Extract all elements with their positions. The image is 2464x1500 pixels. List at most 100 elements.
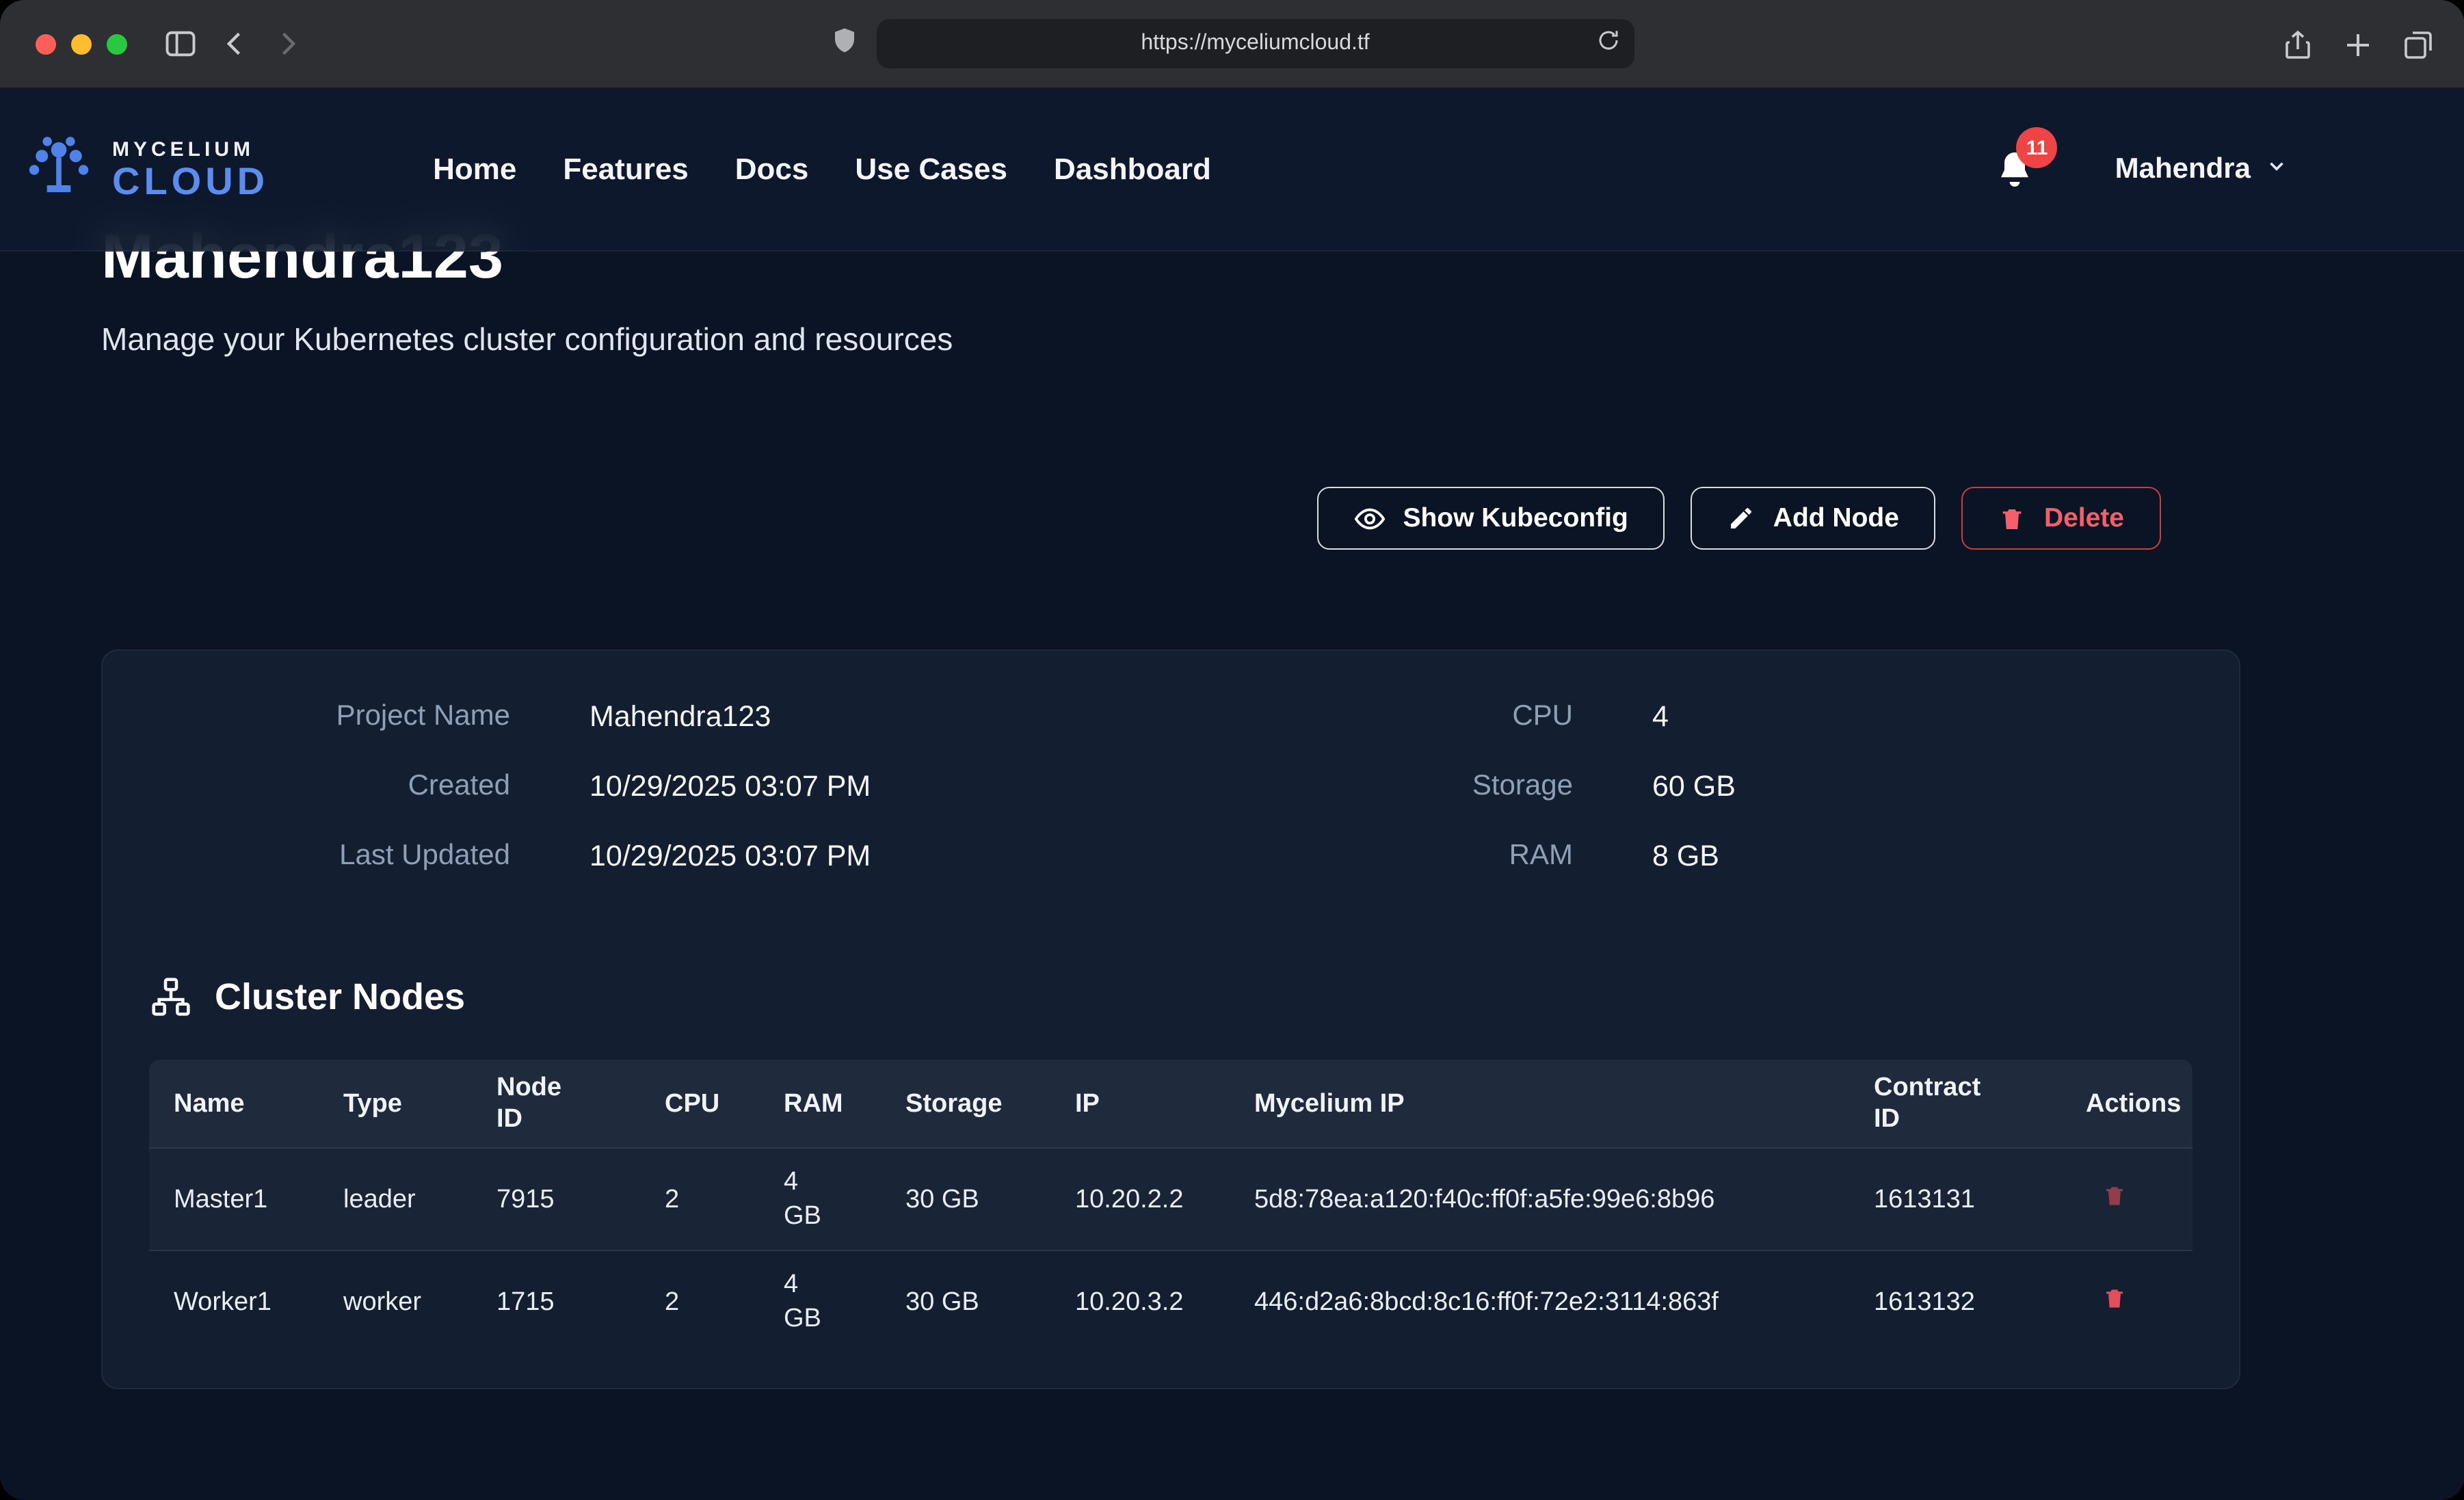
detail-value: 8 GB [1652, 837, 1736, 875]
cell-contract-id: 1613131 [1849, 1148, 2061, 1250]
forward-button[interactable] [272, 29, 302, 59]
tab-overview-button[interactable] [2401, 28, 2434, 61]
main-nav: Home Features Docs Use Cases Dashboard [433, 152, 1211, 187]
show-kubeconfig-label: Show Kubeconfig [1403, 503, 1628, 534]
address-area: https://myceliumcloud.tf [830, 19, 1634, 68]
detail-label: RAM [1354, 837, 1573, 875]
user-menu[interactable]: Mahendra [2115, 153, 2288, 186]
traffic-lights [36, 34, 127, 54]
cell-cpu: 2 [640, 1250, 759, 1352]
cell-mycelium-ip: 446:d2a6:8bcd:8c16:ff0f:72e2:3114:863f [1230, 1250, 1849, 1352]
notification-badge: 11 [2017, 127, 2058, 168]
page-content: Mahendra123 Manage your Kubernetes clust… [0, 89, 2464, 1500]
back-button[interactable] [220, 29, 250, 59]
cluster-actions: Show Kubeconfig Add Node Delete [101, 487, 2240, 550]
nav-item-docs[interactable]: Docs [735, 152, 809, 187]
sitemap-icon [149, 975, 193, 1019]
share-icon [2281, 28, 2314, 61]
reload-icon [1596, 28, 1621, 53]
table-row: Master1 leader 7915 2 4 GB 30 GB 10.20.2… [149, 1148, 2193, 1250]
detail-value: 60 GB [1652, 767, 1736, 805]
detail-value: 10/29/2025 03:07 PM [589, 767, 871, 805]
table-header-row: Name Type Node ID CPU RAM Storage IP Myc… [149, 1060, 2193, 1148]
cell-node-id: 7915 [472, 1148, 640, 1250]
url-field[interactable]: https://myceliumcloud.tf [877, 19, 1634, 68]
col-name: Name [149, 1060, 319, 1148]
pencil-icon [1728, 505, 1756, 532]
mycelium-tree-icon [22, 129, 96, 210]
browser-window: https://myceliumcloud.tf [0, 0, 2464, 1500]
nav-item-home[interactable]: Home [433, 152, 516, 187]
col-ram: RAM [759, 1060, 881, 1148]
add-node-button[interactable]: Add Node [1691, 487, 1936, 550]
detail-value: 10/29/2025 03:07 PM [589, 837, 871, 875]
table-row: Worker1 worker 1715 2 4 GB 30 GB 10.20.3… [149, 1250, 2193, 1352]
cell-ip: 10.20.2.2 [1050, 1148, 1230, 1250]
col-type: Type [319, 1060, 472, 1148]
forward-icon [272, 29, 302, 59]
cluster-nodes-heading: Cluster Nodes [149, 975, 2193, 1019]
col-ip: IP [1050, 1060, 1230, 1148]
details-left: Project Name Mahendra123 Created 10/29/2… [149, 697, 871, 875]
cell-ram: 4 GB [759, 1250, 881, 1352]
cluster-details-card: Project Name Mahendra123 Created 10/29/2… [101, 649, 2240, 1389]
cell-type: leader [319, 1148, 472, 1250]
detail-value: Mahendra123 [589, 697, 871, 736]
reload-button[interactable] [1596, 28, 1621, 59]
delete-node-button[interactable] [2097, 1180, 2132, 1211]
minimize-window-button[interactable] [71, 34, 92, 54]
tab-overview-icon [2401, 28, 2434, 61]
user-name: Mahendra [2115, 153, 2251, 186]
add-node-label: Add Node [1773, 503, 1899, 534]
brand-text: MYCELIUM CLOUD [112, 139, 269, 200]
cell-name: Worker1 [149, 1250, 319, 1352]
zoom-window-button[interactable] [107, 34, 127, 54]
delete-label: Delete [2044, 503, 2124, 534]
col-mycelium-ip: Mycelium IP [1230, 1060, 1849, 1148]
nav-item-use-cases[interactable]: Use Cases [855, 152, 1007, 187]
cell-mycelium-ip: 5d8:78ea:a120:f40c:ff0f:a5fe:99e6:8b96 [1230, 1148, 1849, 1250]
close-window-button[interactable] [36, 34, 56, 54]
brand-logo[interactable]: MYCELIUM CLOUD [22, 129, 269, 210]
sidebar-icon [163, 26, 198, 62]
detail-label: Created [149, 767, 510, 805]
col-storage: Storage [881, 1060, 1050, 1148]
show-kubeconfig-button[interactable]: Show Kubeconfig [1316, 487, 1665, 550]
nav-item-features[interactable]: Features [563, 152, 688, 187]
privacy-shield-icon[interactable] [830, 25, 859, 63]
cell-contract-id: 1613132 [1849, 1250, 2061, 1352]
new-tab-icon [2341, 28, 2374, 61]
chrome-right-buttons [2281, 0, 2434, 89]
cell-actions [2061, 1148, 2193, 1250]
col-actions: Actions [2061, 1060, 2193, 1148]
cell-cpu: 2 [640, 1148, 759, 1250]
delete-cluster-button[interactable]: Delete [1962, 487, 2161, 550]
chevron-down-icon [2264, 155, 2288, 185]
trash-icon [2102, 1285, 2127, 1311]
details-right: CPU 4 Storage 60 GB RAM 8 GB [1354, 697, 1736, 875]
nav-item-dashboard[interactable]: Dashboard [1054, 152, 1211, 187]
detail-label: Storage [1354, 767, 1573, 805]
page-subtitle: Manage your Kubernetes cluster configura… [101, 321, 2464, 358]
cell-node-id: 1715 [472, 1250, 640, 1352]
notifications-button[interactable]: 11 [1995, 149, 2036, 190]
cell-ram: 4 GB [759, 1148, 881, 1250]
detail-label: CPU [1354, 697, 1573, 736]
url-text: https://myceliumcloud.tf [1141, 31, 1369, 56]
col-cpu: CPU [640, 1060, 759, 1148]
detail-label: Last Updated [149, 837, 510, 875]
share-button[interactable] [2281, 28, 2314, 61]
delete-node-button[interactable] [2097, 1283, 2132, 1314]
trash-icon [1999, 504, 2026, 533]
col-node-id: Node ID [472, 1060, 640, 1148]
sidebar-toggle-button[interactable] [163, 26, 198, 62]
back-icon [220, 29, 250, 59]
cluster-table-body: Master1 leader 7915 2 4 GB 30 GB 10.20.2… [149, 1148, 2193, 1352]
brand-line2: CLOUD [112, 162, 269, 200]
cluster-nodes-table: Name Type Node ID CPU RAM Storage IP Myc… [149, 1060, 2193, 1352]
app-navbar: MYCELIUM CLOUD Home Features Docs Use Ca… [0, 89, 2464, 252]
new-tab-button[interactable] [2341, 28, 2374, 61]
detail-label: Project Name [149, 697, 510, 736]
stage: https://myceliumcloud.tf [0, 0, 2464, 1500]
cell-name: Master1 [149, 1148, 319, 1250]
